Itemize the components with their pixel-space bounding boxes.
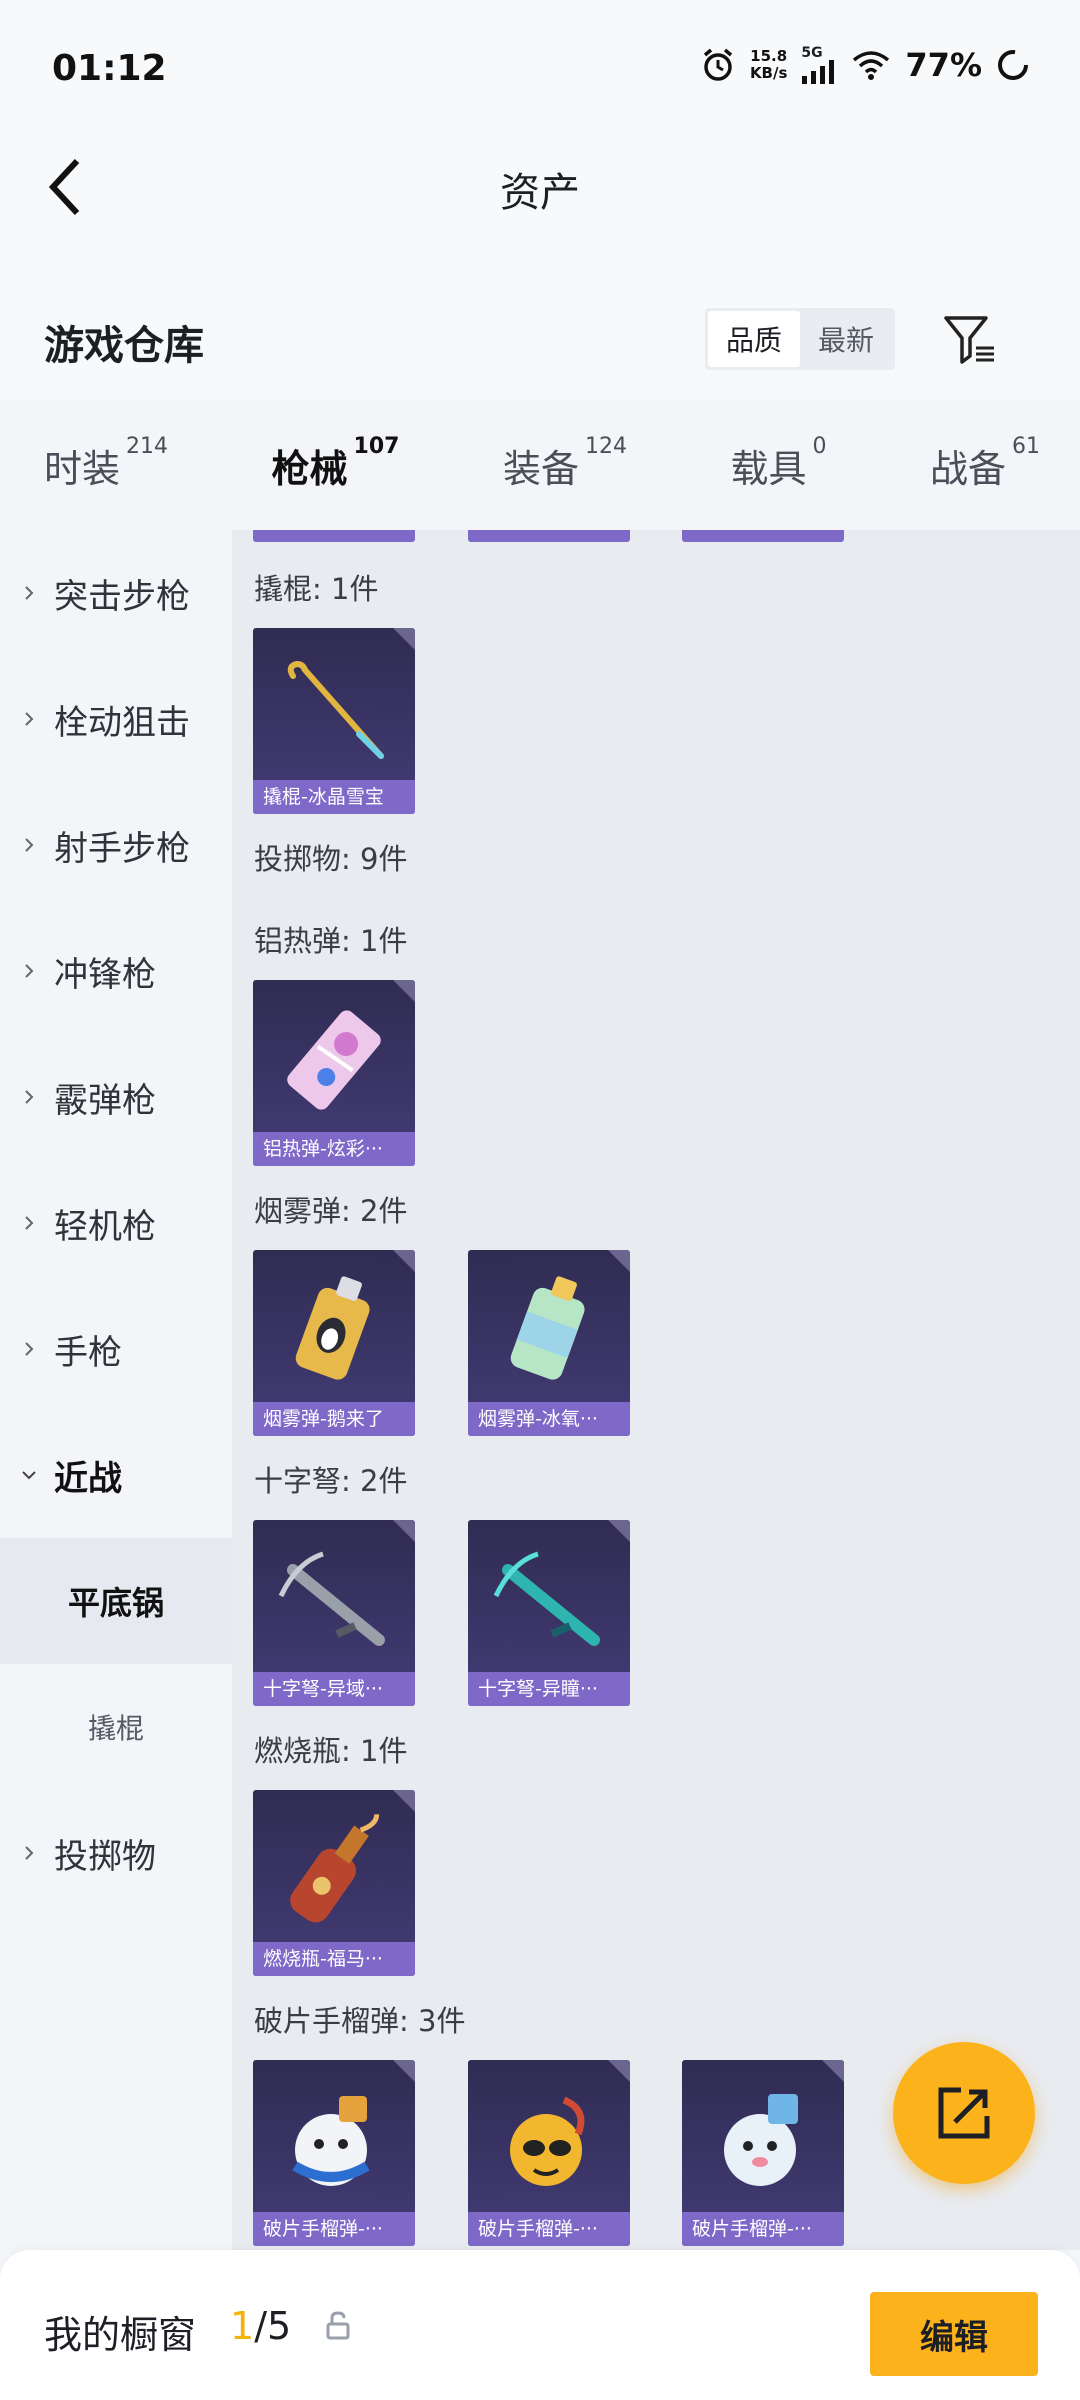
- signal-icon: [802, 60, 835, 84]
- status-time: 01:12: [52, 48, 167, 89]
- item-card[interactable]: 燃烧瓶-福马···: [253, 1790, 415, 1976]
- item-grid: 撬棍: 1件 撬棍-冰晶雪宝 投掷物: 9件 铝热弹: 1件 铝热弹-炫彩···…: [232, 530, 1080, 2250]
- item-card[interactable]: 铝热弹-炫彩···: [253, 980, 415, 1166]
- tab-firearms[interactable]: 枪械 107: [272, 434, 399, 544]
- group-label-crowbar: 撬棍: 1件: [254, 572, 379, 606]
- section-title: 游戏仓库: [44, 323, 204, 369]
- lock-icon: [326, 2311, 350, 2340]
- frag-grenade-icon: [292, 2096, 370, 2186]
- group-label-thermite: 铝热弹: 1件: [254, 924, 408, 958]
- sidebar-item-pistol[interactable]: 手枪: [0, 1286, 232, 1412]
- group-label-throwables: 投掷物: 9件: [254, 842, 408, 876]
- item-card[interactable]: 破片手榴弹-···: [682, 2060, 844, 2246]
- item-card-caption: 破片手榴弹-···: [468, 2212, 630, 2246]
- category-tabs: 时装 214 枪械 107 装备 124 载具 0 战备 61: [0, 400, 1080, 544]
- alarm-icon: [703, 48, 733, 81]
- thermite-grenade-icon: [287, 1010, 381, 1110]
- battery-level: 77%: [905, 46, 982, 84]
- sidebar-item-melee[interactable]: 近战: [0, 1412, 232, 1538]
- showcase-count: 1/5: [230, 2304, 292, 2348]
- tab-fashion[interactable]: 时装 214: [44, 434, 168, 493]
- chevron-right-icon: [25, 1846, 34, 1860]
- chevron-right-icon: [25, 964, 34, 978]
- sidebar-item-bolt-sniper[interactable]: 栓动狙击: [0, 656, 232, 782]
- group-label-frag-grenade: 破片手榴弹: 3件: [254, 2004, 466, 2038]
- smoke-grenade-icon: [295, 1276, 370, 1380]
- item-card[interactable]: 烟雾弹-冰氧···: [468, 1250, 630, 1436]
- frag-grenade-icon: [510, 2096, 585, 2186]
- net-speed: 15.8 KB/s: [749, 47, 788, 82]
- edit-button[interactable]: 编辑: [870, 2292, 1038, 2376]
- chevron-right-icon: [25, 586, 34, 600]
- smoke-grenade-icon: [510, 1276, 585, 1380]
- item-card-caption: 撬棍-冰晶雪宝: [253, 780, 415, 814]
- showcase-label: 我的橱窗: [44, 2313, 197, 2357]
- sidebar: 突击步枪 栓动狙击 射手步枪 冲锋枪 霰弹枪 轻机枪 手枪 近战 平底锅 撬棍 …: [0, 530, 232, 2250]
- sidebar-item-throwables[interactable]: 投掷物: [0, 1790, 232, 1916]
- item-card[interactable]: 破片手榴弹-···: [468, 2060, 630, 2246]
- cellular-signal: 5G: [801, 46, 837, 84]
- battery-ring-icon: [998, 50, 1028, 80]
- item-card-partial[interactable]: [253, 530, 415, 542]
- chevron-right-icon: [25, 1090, 34, 1104]
- status-bar: 01:12 15.8 KB/s 5G 77%: [0, 0, 1080, 140]
- item-card[interactable]: 烟雾弹-鹅来了: [253, 1250, 415, 1436]
- external-link-icon: [938, 2087, 990, 2139]
- sort-newest-button[interactable]: 最新: [800, 311, 892, 367]
- sidebar-item-marksman-rifle[interactable]: 射手步枪: [0, 782, 232, 908]
- group-label-crossbow: 十字弩: 2件: [254, 1464, 408, 1498]
- item-card-partial[interactable]: [468, 530, 630, 542]
- group-label-molotov: 燃烧瓶: 1件: [254, 1734, 408, 1768]
- share-fab[interactable]: [893, 2042, 1035, 2184]
- item-card-caption: 烟雾弹-冰氧···: [468, 1402, 630, 1436]
- item-card[interactable]: 十字弩-异瞳···: [468, 1520, 630, 1706]
- chevron-down-icon: [22, 1471, 36, 1480]
- item-card-caption: 破片手榴弹-···: [253, 2212, 415, 2246]
- sidebar-item-shotgun[interactable]: 霰弹枪: [0, 1034, 232, 1160]
- crossbow-icon: [493, 1551, 600, 1646]
- sidebar-subitem-crowbar[interactable]: 撬棍: [0, 1664, 232, 1790]
- chevron-right-icon: [25, 1216, 34, 1230]
- filter-button[interactable]: [940, 310, 1000, 370]
- group-label-smoke: 烟雾弹: 2件: [254, 1194, 408, 1228]
- tab-supplies[interactable]: 战备 61: [930, 434, 1040, 493]
- sidebar-item-lmg[interactable]: 轻机枪: [0, 1160, 232, 1286]
- item-card-caption: 燃烧瓶-福马···: [253, 1942, 415, 1976]
- chevron-right-icon: [25, 838, 34, 852]
- item-card-caption: 烟雾弹-鹅来了: [253, 1402, 415, 1436]
- wifi-icon: [853, 51, 890, 80]
- item-card[interactable]: 撬棍-冰晶雪宝: [253, 628, 415, 814]
- sidebar-item-smg[interactable]: 冲锋枪: [0, 908, 232, 1034]
- item-card[interactable]: 破片手榴弹-···: [253, 2060, 415, 2246]
- item-card-caption: 铝热弹-炫彩···: [253, 1132, 415, 1166]
- chevron-right-icon: [25, 1342, 34, 1356]
- item-card-partial[interactable]: [682, 530, 844, 542]
- crowbar-icon: [287, 660, 384, 759]
- item-card-caption: 十字弩-异瞳···: [468, 1672, 630, 1706]
- page-title: 资产: [500, 170, 580, 216]
- item-card-caption: 十字弩-异域···: [253, 1672, 415, 1706]
- sidebar-item-assault-rifle[interactable]: 突击步枪: [0, 530, 232, 656]
- sort-toggle: 品质 最新: [705, 308, 895, 370]
- tab-equipment[interactable]: 装备 124: [503, 434, 627, 493]
- top-navigation-bar: 资产: [0, 140, 1080, 230]
- item-card[interactable]: 十字弩-异域···: [253, 1520, 415, 1706]
- frag-grenade-icon: [724, 2094, 798, 2186]
- sort-quality-button[interactable]: 品质: [708, 311, 800, 367]
- tab-vehicles[interactable]: 载具 0: [730, 434, 826, 493]
- section-header: 游戏仓库 品质 最新: [0, 230, 1080, 400]
- status-icons: 15.8 KB/s 5G 77%: [700, 46, 1030, 84]
- showcase-bar: 我的橱窗 1/5 编辑: [0, 2250, 1080, 2400]
- item-card-caption: 破片手榴弹-···: [682, 2212, 844, 2246]
- crossbow-icon: [278, 1551, 385, 1646]
- chevron-right-icon: [25, 712, 34, 726]
- filter-icon: [944, 316, 994, 364]
- sidebar-subitem-frying-pan[interactable]: 平底锅: [0, 1538, 232, 1664]
- molotov-icon: [290, 1814, 380, 1923]
